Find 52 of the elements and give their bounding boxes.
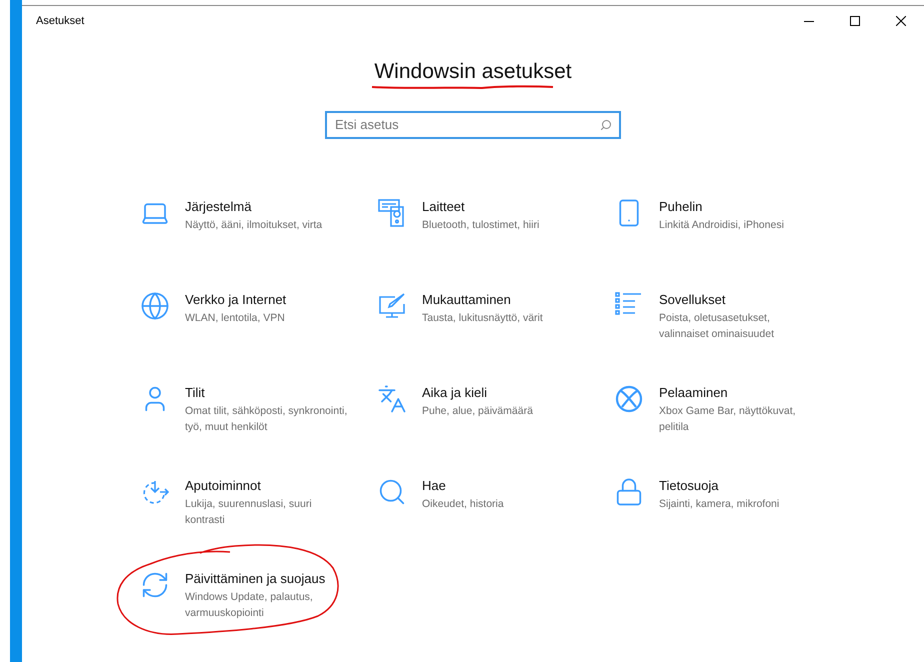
search-icon [600, 118, 612, 130]
page-heading: Windowsin asetukset [373, 59, 573, 85]
settings-category[interactable]: Sovellukset Poista, oletusasetukset, valinnaiset ominaisuudet [614, 290, 814, 346]
settings-category[interactable]: Hae Oikeudet, historia [377, 476, 614, 532]
search-field[interactable]: Etsi asetus [325, 110, 621, 138]
category-title: Aputoiminnot [185, 476, 262, 495]
monitor-brush-icon [377, 290, 407, 320]
settings-category[interactable]: Aika ja kieli Puhe, alue, päivämäärä [377, 382, 614, 440]
category-title: Sovellukset [659, 290, 726, 308]
settings-category[interactable]: Verkko ja Internet WLAN, lentotila, VPN [140, 290, 377, 346]
settings-category[interactable]: Mukauttaminen Tausta, lukitusnäyttö, värit [377, 290, 614, 346]
category-description: Näyttö, ääni, ilmoitukset, virta [185, 218, 324, 233]
lock-icon [614, 476, 644, 506]
category-description: Tausta, lukitusnäyttö, värit [422, 311, 544, 326]
category-description: Bluetooth, tulostimet, hiiri [422, 218, 540, 233]
window-title: Asetukset [36, 14, 84, 29]
category-description: Lukija, suurennuslasi, suuri kontrasti [185, 497, 313, 528]
language-icon [377, 384, 407, 414]
close-icon [896, 16, 906, 26]
category-description: Sijainti, kamera, mikrofoni [659, 497, 780, 512]
category-title: Laitteet [422, 198, 466, 216]
category-description: Xbox Game Bar, näyttökuvat, pelitila [659, 404, 797, 435]
category-title: Pelaaminen [659, 384, 729, 402]
category-description: Oikeudet, historia [422, 497, 505, 512]
settings-category[interactable]: Aputoiminnot Lukija, suurennuslasi, suuri kontrasti [140, 476, 377, 532]
settings-category[interactable]: Päivittäminen ja suojaus Windows Update, palautus, varmuuskopiointi [140, 568, 377, 626]
settings-category[interactable]: Laitteet Bluetooth, tulostimet, hiiri [377, 196, 614, 254]
category-title: Järjestelmä [185, 198, 252, 216]
keyboard-speaker-icon [377, 198, 407, 228]
settings-category[interactable]: Tilit Omat tilit, sähköposti, synkronointi, työ, muut henkilöt [140, 382, 377, 440]
category-title: Tilit [185, 384, 206, 402]
settings-category[interactable]: Pelaaminen Xbox Game Bar, näyttökuvat, pelitila [614, 382, 814, 440]
category-title: Verkko ja Internet [185, 290, 288, 309]
settings-category[interactable]: Järjestelmä Näyttö, ääni, ilmoitukset, virta [140, 196, 377, 254]
category-description: Poista, oletusasetukset, valinnaiset ominaisuudet [659, 311, 775, 342]
category-title: Tietosuoja [659, 476, 720, 495]
minimize-icon [804, 20, 814, 22]
xbox-icon [614, 384, 644, 414]
category-description: Linkitä Androidisi, iPhonesi [659, 218, 785, 233]
settings-category[interactable]: Puhelin Linkitä Androidisi, iPhonesi [614, 196, 814, 254]
category-title: Aika ja kieli [422, 384, 488, 402]
category-description: Windows Update, palautus, varmuuskopiointi [185, 590, 314, 621]
category-description: Omat tilit, sähköposti, synkronointi, työ, muut henkilöt [185, 404, 348, 435]
category-title: Mukauttaminen [422, 290, 512, 308]
settings-category[interactable]: Tietosuoja Sijainti, kamera, mikrofoni [614, 476, 814, 532]
category-description: Puhe, alue, päivämäärä [422, 404, 534, 419]
category-title: Päivittäminen ja suojaus [185, 570, 326, 588]
maximize-icon [850, 16, 860, 26]
globe-icon [140, 290, 170, 320]
category-title: Hae [422, 476, 447, 494]
category-description: WLAN, lentotila, VPN [185, 311, 286, 326]
category-title: Puhelin [659, 198, 704, 216]
